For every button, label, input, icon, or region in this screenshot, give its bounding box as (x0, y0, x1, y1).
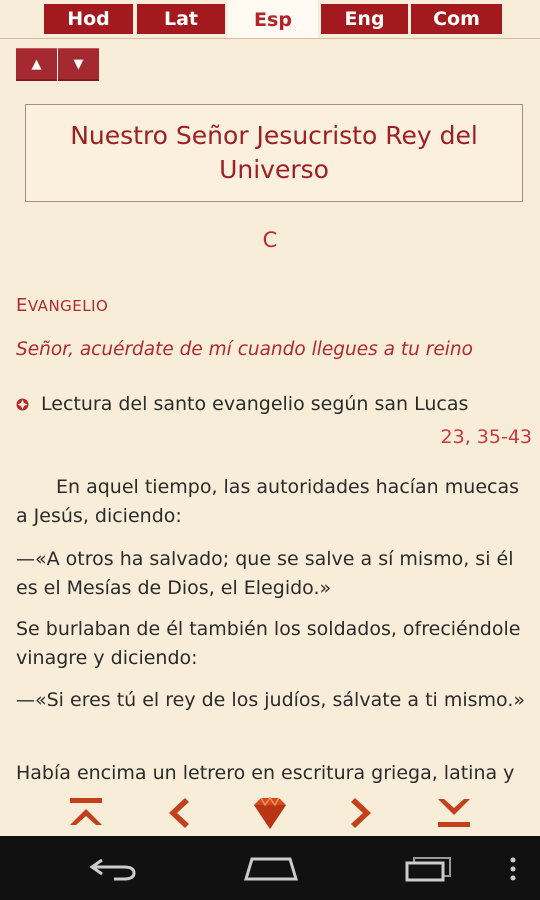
section-heading-rest: VANGELIO (27, 297, 109, 315)
tab-lat[interactable]: Lat (137, 4, 225, 34)
gem-icon[interactable] (250, 795, 290, 831)
scroll-arrows: ▲ ▼ (16, 48, 100, 82)
section-heading-initial: E (16, 295, 28, 316)
paragraph: En aquel tiempo, las autoridades hacían … (16, 476, 519, 527)
cross-icon (16, 394, 29, 411)
first-page-icon[interactable] (66, 795, 106, 831)
paragraph: —«A otros ha salvado; que se salve a sí … (16, 548, 514, 599)
home-icon[interactable] (243, 856, 299, 886)
tab-com[interactable]: Com (411, 4, 502, 34)
paragraph: Se burlaban de él también los soldados, … (16, 618, 521, 669)
reading-reference: 23, 35-43 (440, 426, 532, 448)
bottom-navigation (0, 790, 540, 836)
previous-icon[interactable] (158, 795, 198, 831)
reading-title: Lectura del santo evangelio según san Lu… (41, 393, 469, 415)
system-navigation-bar (0, 836, 540, 900)
title-box: Nuestro Señor Jesucristo Rey del Univers… (25, 104, 523, 202)
last-page-icon[interactable] (434, 795, 474, 831)
arrow-down-button[interactable]: ▼ (58, 48, 99, 81)
paragraph: Había encima un letrero en escritura gri… (16, 762, 515, 784)
next-icon[interactable] (342, 795, 382, 831)
section-heading: EVANGELIO (16, 295, 108, 316)
tab-esp[interactable]: Esp (228, 0, 318, 38)
paragraph: —«Si eres tú el rey de los judíos, sálva… (16, 689, 526, 711)
tab-bar: Hod Lat Esp Eng Com (0, 0, 540, 39)
overflow-menu-icon[interactable] (508, 856, 518, 886)
tab-hod[interactable]: Hod (44, 4, 133, 34)
antiphon: Señor, acuérdate de mí cuando llegues a … (16, 339, 473, 360)
tab-eng[interactable]: Eng (321, 4, 408, 34)
liturgical-cycle: C (262, 228, 278, 252)
arrow-up-button[interactable]: ▲ (16, 48, 57, 81)
back-icon[interactable] (88, 856, 138, 886)
page-title: Nuestro Señor Jesucristo Rey del Univers… (70, 121, 478, 184)
recents-icon[interactable] (404, 856, 454, 886)
reading-title-line: Lectura del santo evangelio según san Lu… (16, 393, 526, 415)
